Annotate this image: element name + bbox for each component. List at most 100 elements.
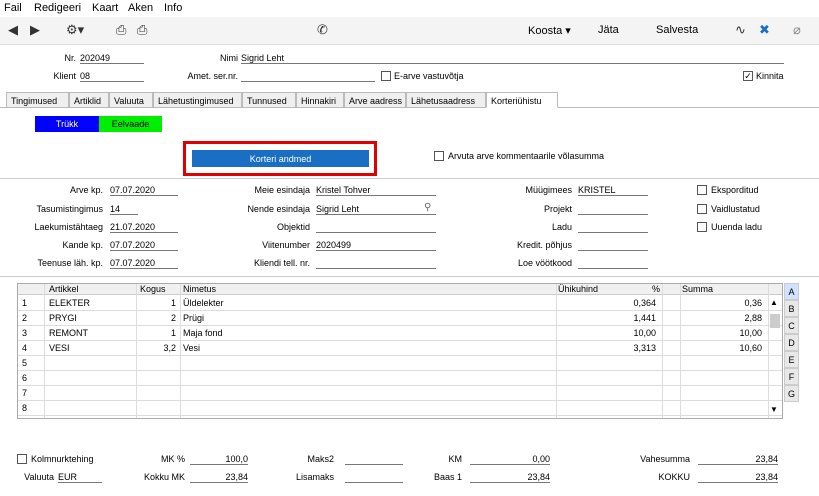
- teenuse-lah-kp-field[interactable]: 07.07.2020: [110, 258, 178, 269]
- letter-a[interactable]: A: [784, 283, 799, 300]
- table-row[interactable]: 3 REMONT 1 Maja fond 10,00 10,00: [18, 326, 782, 341]
- col-summa[interactable]: Summa: [682, 284, 713, 294]
- col-pct[interactable]: %: [652, 284, 660, 294]
- loe-vootkood-field[interactable]: [578, 258, 648, 269]
- muugimees-label: Müügimees: [525, 185, 572, 195]
- menu-kaart[interactable]: Kaart: [92, 2, 118, 14]
- scrollbar-thumb[interactable]: [770, 314, 780, 328]
- tab-hinnakiri[interactable]: Hinnakiri: [296, 92, 344, 108]
- eelvaade-button[interactable]: Eelvaade: [99, 116, 162, 132]
- cell-summa: 10,00: [739, 328, 762, 338]
- maks2-field[interactable]: [345, 454, 403, 465]
- forward-arrow-icon[interactable]: ▶: [30, 23, 40, 37]
- table-row[interactable]: 8: [18, 401, 782, 416]
- salvesta-button[interactable]: Salvesta: [656, 24, 698, 36]
- nimi-field[interactable]: Sigrid Leht: [241, 53, 784, 64]
- phone-icon[interactable]: ✆: [317, 23, 328, 37]
- letter-index: A B C D E F G: [784, 283, 799, 402]
- nende-esindaja-field[interactable]: Sigrid Leht: [316, 204, 436, 215]
- gear-icon[interactable]: ⚙▾: [66, 23, 84, 37]
- table-row[interactable]: 6: [18, 371, 782, 386]
- tab-tunnused[interactable]: Tunnused: [242, 92, 296, 108]
- menu-redigeeri[interactable]: Redigeeri: [34, 2, 81, 14]
- print-preview-icon[interactable]: ⎙: [137, 23, 147, 37]
- meie-esindaja-field[interactable]: Kristel Tohver: [316, 185, 436, 196]
- kliendi-tell-field[interactable]: [316, 258, 436, 269]
- tab-lahetusaadress[interactable]: Lähetusaadress: [406, 92, 486, 108]
- valuuta-field[interactable]: EUR: [58, 472, 102, 483]
- amet-field[interactable]: [241, 71, 375, 82]
- vahesumma-field[interactable]: 23,84: [698, 454, 778, 465]
- baas-field[interactable]: 23,84: [470, 472, 550, 483]
- table-row[interactable]: 2 PRYGI 2 Prügi 1,441 2,88: [18, 311, 782, 326]
- letter-f[interactable]: F: [784, 368, 799, 385]
- klient-field[interactable]: 08: [80, 71, 144, 82]
- table-row[interactable]: 4 VESI 3,2 Vesi 3,313 10,60: [18, 341, 782, 356]
- km-field[interactable]: 0,00: [470, 454, 550, 465]
- objektid-field[interactable]: [316, 222, 436, 233]
- col-kogus[interactable]: Kogus: [140, 284, 166, 294]
- earve-checkbox[interactable]: [381, 71, 391, 81]
- print-icon[interactable]: ⎙: [116, 23, 126, 37]
- kredit-pohjus-field[interactable]: [578, 240, 648, 251]
- cell-kogus: 2: [170, 313, 176, 323]
- arve-kp-field[interactable]: 07.07.2020: [110, 185, 178, 196]
- back-arrow-icon[interactable]: ◀: [8, 23, 18, 37]
- tab-korteriuhistu[interactable]: Korteriühistu: [486, 92, 558, 108]
- kokku-mk-field[interactable]: 23,84: [190, 472, 248, 483]
- vaidlustatud-label: Vaidlustatud: [711, 204, 760, 214]
- scroll-down-icon[interactable]: ▼: [770, 405, 778, 414]
- tab-tingimused[interactable]: Tingimused: [6, 92, 69, 108]
- table-row[interactable]: 7: [18, 386, 782, 401]
- nr-field[interactable]: 202049: [80, 53, 144, 64]
- letter-e[interactable]: E: [784, 351, 799, 368]
- cell-hind: 1,441: [633, 313, 656, 323]
- korteri-andmed-button[interactable]: Korteri andmed: [192, 150, 369, 167]
- arve-kp-label: Arve kp.: [69, 185, 103, 195]
- eksporditud-checkbox[interactable]: [697, 185, 707, 195]
- col-nimetus[interactable]: Nimetus: [183, 284, 216, 294]
- tab-lahetustingimused[interactable]: Lähetustingimused: [153, 92, 242, 108]
- letter-c[interactable]: C: [784, 317, 799, 334]
- grid-header: Artikkel Kogus Nimetus Ühikuhind % Summa: [18, 284, 782, 295]
- lisamaks-field[interactable]: [345, 472, 403, 483]
- kokku-field[interactable]: 23,84: [698, 472, 778, 483]
- vaidlustatud-checkbox[interactable]: [697, 204, 707, 214]
- scroll-up-icon[interactable]: ▲: [770, 298, 778, 307]
- ladu-field[interactable]: [578, 222, 648, 233]
- jata-button[interactable]: Jäta: [598, 24, 619, 36]
- arvuta-checkbox[interactable]: [434, 151, 444, 161]
- tab-valuuta[interactable]: Valuuta: [109, 92, 153, 108]
- tasumistingimus-field[interactable]: 14: [110, 204, 138, 215]
- col-artikkel[interactable]: Artikkel: [49, 284, 79, 294]
- col-uhikuhind[interactable]: Ühikuhind: [558, 284, 598, 294]
- table-row[interactable]: 5: [18, 356, 782, 371]
- expand-icon[interactable]: ✖: [759, 23, 770, 37]
- activity-icon[interactable]: ∿: [735, 23, 746, 37]
- trukk-button[interactable]: Trükk: [35, 116, 99, 132]
- letter-d[interactable]: D: [784, 334, 799, 351]
- menu-fail[interactable]: Fail: [4, 2, 22, 14]
- laekumistahtaeg-field[interactable]: 21.07.2020: [110, 222, 178, 233]
- letter-b[interactable]: B: [784, 300, 799, 317]
- table-row[interactable]: 1 ELEKTER 1 Üldelekter 0,364 0,36: [18, 296, 782, 311]
- cell-artikkel: REMONT: [49, 328, 88, 338]
- tab-artiklid[interactable]: Artiklid: [69, 92, 109, 108]
- tab-arve-aadress[interactable]: Arve aadress: [344, 92, 406, 108]
- menu-aken[interactable]: Aken: [128, 2, 153, 14]
- search-icon[interactable]: ⚲: [424, 202, 431, 213]
- row-number: 1: [22, 298, 28, 308]
- kande-kp-field[interactable]: 07.07.2020: [110, 240, 178, 251]
- klient-label: Klient: [53, 71, 76, 81]
- muugimees-field[interactable]: KRISTEL: [578, 185, 648, 196]
- projekt-field[interactable]: [578, 204, 648, 215]
- kolmnurktehing-checkbox[interactable]: [17, 454, 27, 464]
- kinnita-checkbox[interactable]: ✓: [743, 71, 753, 81]
- uuenda-ladu-checkbox[interactable]: [697, 222, 707, 232]
- viitenumber-field[interactable]: 2020499: [316, 240, 436, 251]
- letter-g[interactable]: G: [784, 385, 799, 402]
- koosta-button[interactable]: Koosta ▾: [528, 24, 571, 37]
- menu-info[interactable]: Info: [164, 2, 182, 14]
- mk-field[interactable]: 100,0: [190, 454, 248, 465]
- attachment-icon[interactable]: ⌀: [793, 23, 801, 37]
